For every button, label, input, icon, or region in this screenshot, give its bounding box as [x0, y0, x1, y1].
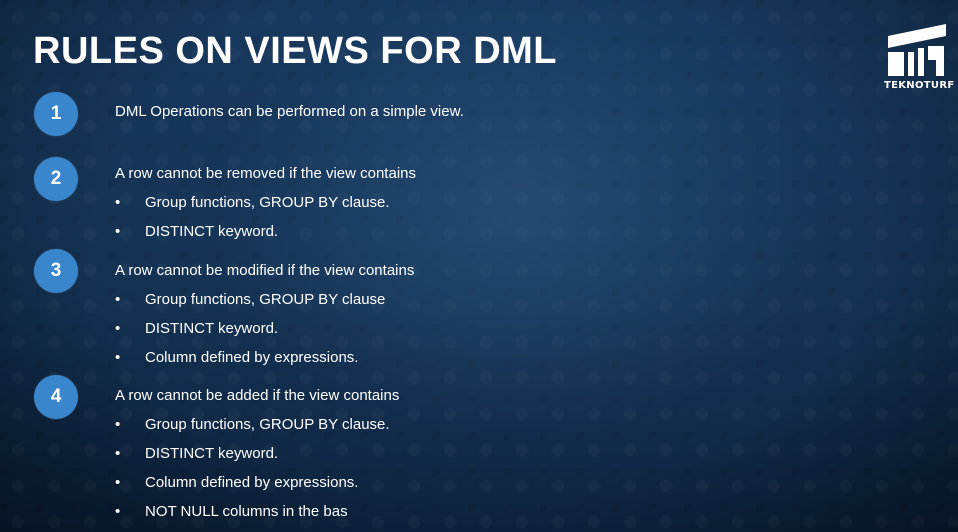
- bullet-item: • DISTINCT keyword.: [115, 320, 279, 337]
- bullet-item: • Group functions, GROUP BY clause.: [115, 416, 390, 433]
- bullet-item: • NOT NULL columns in the bas: [115, 503, 348, 520]
- bullet-item: • Column defined by expressions.: [115, 474, 359, 491]
- bullet-dot-icon: •: [115, 194, 121, 211]
- bullet-item: • DISTINCT keyword.: [115, 223, 279, 240]
- bullet-dot-icon: •: [115, 223, 121, 240]
- rule-heading: A row cannot be added if the view contai…: [115, 387, 400, 404]
- bullet-item: • Group functions, GROUP BY clause.: [115, 194, 390, 211]
- rule-bullet-list: • Group functions, GROUP BY clause. • DIST…: [115, 194, 390, 252]
- bullet-dot-icon: •: [115, 291, 121, 308]
- rule-heading: DML Operations can be performed on a sim…: [115, 103, 464, 120]
- rule-heading: A row cannot be removed if the view cont…: [115, 165, 416, 182]
- bullet-dot-icon: •: [115, 445, 121, 462]
- slide-title: RULES ON VIEWS FOR DML: [33, 30, 557, 72]
- rule-bullet-list: • Group functions, GROUP BY clause. • DIST…: [115, 416, 390, 532]
- rule-number-badge: 3: [34, 249, 78, 293]
- rule-number-badge: 4: [34, 375, 78, 419]
- rule-number-badge: 1: [34, 92, 78, 136]
- logo-text: TEKNOTURF: [884, 80, 955, 91]
- bullet-dot-icon: •: [115, 503, 121, 520]
- bullet-dot-icon: •: [115, 474, 121, 491]
- bullet-dot-icon: •: [115, 349, 121, 366]
- bullet-dot-icon: •: [115, 320, 121, 337]
- rule-bullet-list: • Group functions, GROUP BY clause • DISTI…: [115, 291, 385, 378]
- bullet-item: • DISTINCT keyword.: [115, 445, 279, 462]
- rule-number-badge: 2: [34, 157, 78, 201]
- bullet-item: • Column defined by expressions.: [115, 349, 359, 366]
- bullet-item: • Group functions, GROUP BY clause: [115, 291, 386, 308]
- rule-heading: A row cannot be modified if the view con…: [115, 262, 415, 279]
- bullet-dot-icon: •: [115, 416, 121, 433]
